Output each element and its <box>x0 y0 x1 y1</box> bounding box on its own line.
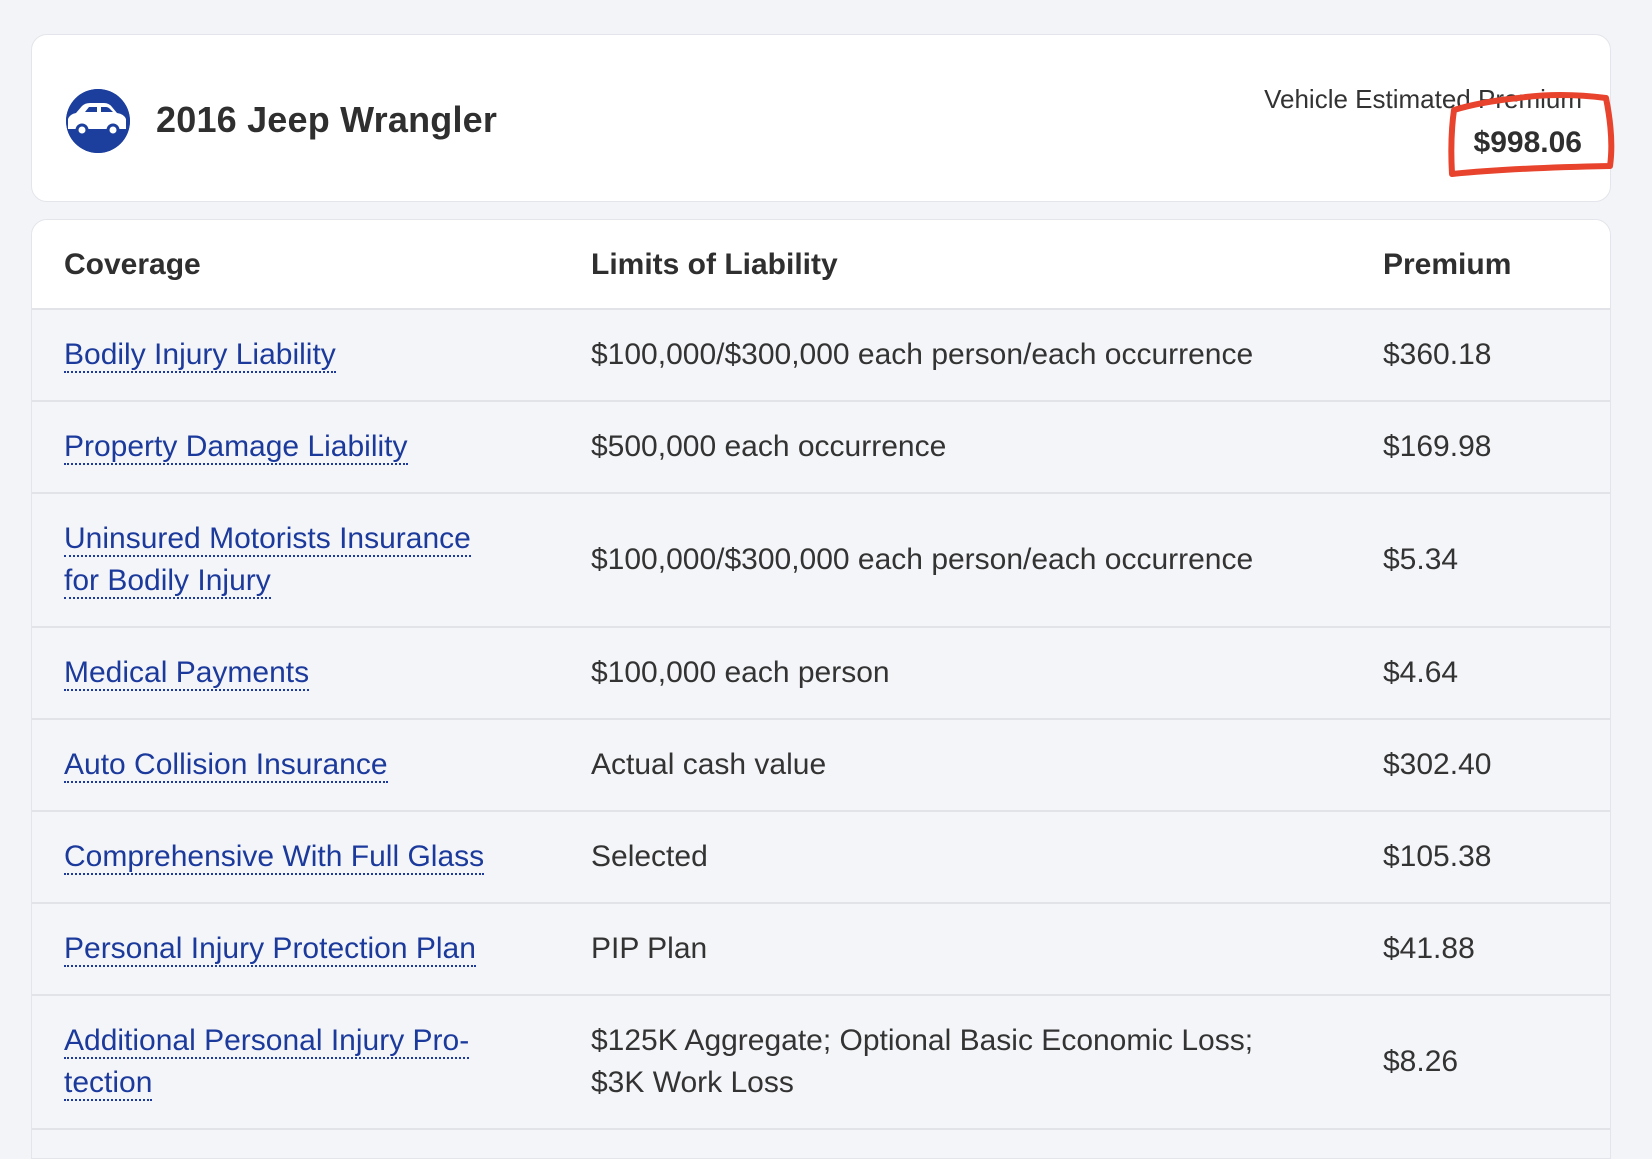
coverage-cell: Medical Payments <box>64 652 504 694</box>
coverage-link-property-damage-liability[interactable]: Property Damage Liability <box>64 430 408 465</box>
coverage-link-medical-payments[interactable]: Medical Payments <box>64 656 310 691</box>
header-limits: Limits of Liability <box>591 248 838 281</box>
coverage-cell: Auto Collision Insurance <box>64 744 504 786</box>
premium-cell: $169.98 <box>1383 430 1492 463</box>
table-header: Coverage Limits of Liability Premium <box>32 220 1610 310</box>
premium-cell: $360.18 <box>1383 338 1492 371</box>
limits-cell: $100,000/$300,000 each person/each occur… <box>591 338 1254 371</box>
coverage-link-uninsured-motorists[interactable]: Uninsured Motorists Insurance for Bodily… <box>64 522 471 599</box>
coverage-cell: Uninsured Motorists Insurance for Bodily… <box>64 518 504 602</box>
premium-cell: $8.26 <box>1383 1045 1459 1078</box>
premium-cell: $105.38 <box>1383 840 1492 873</box>
table-row: Bodily Injury Liability $100,000/$300,00… <box>32 310 1610 402</box>
premium-cell: $41.88 <box>1383 932 1475 965</box>
table-row: Personal Injury Protection Plan PIP Plan… <box>32 904 1610 996</box>
coverage-cell: Comprehensive With Full Glass <box>64 836 504 878</box>
coverage-table: Coverage Limits of Liability Premium Bod… <box>31 219 1611 1159</box>
table-row: Medical Payments $100,000 each person $4… <box>32 628 1610 720</box>
coverage-cell: Personal Injury Protection Plan <box>64 928 504 970</box>
premium-cell: $302.40 <box>1383 748 1492 781</box>
premium-label: Vehicle Estimated Premium <box>1264 84 1582 114</box>
header-premium: Premium <box>1383 248 1512 281</box>
premium-value: $998.06 <box>1473 126 1582 159</box>
limits-cell: PIP Plan <box>591 932 708 965</box>
table-row: Uninsured Motorists Insurance for Bodily… <box>32 494 1610 628</box>
vehicle-card: 2016 Jeep Wrangler Vehicle Estimated Pre… <box>31 34 1611 202</box>
premium-cell: $4.64 <box>1383 656 1459 689</box>
vehicle-name: 2016 Jeep Wrangler <box>156 99 498 140</box>
limits-cell: $100,000 each person <box>591 656 890 689</box>
limits-cell: $500,000 each occurrence <box>591 430 947 463</box>
coverage-cell: Additional Personal Injury Pro-tection <box>64 1020 504 1104</box>
premium-cell: $5.34 <box>1383 543 1459 576</box>
vehicle-premium: Vehicle Estimated Premium $998.06 <box>1264 83 1582 161</box>
coverage-link-personal-injury-protection[interactable]: Personal Injury Protection Plan <box>64 932 476 967</box>
table-row: Property Damage Liability $500,000 each … <box>32 402 1610 494</box>
limits-cell: $100,000/$300,000 each person/each occur… <box>591 543 1254 576</box>
coverage-link-bodily-injury-liability[interactable]: Bodily Injury Liability <box>64 338 336 373</box>
table-row: Comprehensive With Full Glass Selected $… <box>32 812 1610 904</box>
coverage-cell: Property Damage Liability <box>64 426 504 468</box>
coverage-link-additional-pip[interactable]: Additional Personal Injury Pro-tection <box>64 1024 470 1101</box>
coverage-link-comprehensive-full-glass[interactable]: Comprehensive With Full Glass <box>64 840 485 875</box>
limits-cell: Selected <box>591 840 708 873</box>
table-row: Additional Personal Injury Pro-tection $… <box>32 996 1610 1130</box>
limits-cell: $125K Aggregate; Optional Basic Economic… <box>591 1024 1254 1099</box>
table-row: Auto Collision Insurance Actual cash val… <box>32 720 1610 812</box>
limits-cell: Actual cash value <box>591 748 827 781</box>
header-coverage: Coverage <box>64 248 201 281</box>
car-icon <box>66 89 130 153</box>
coverage-link-auto-collision[interactable]: Auto Collision Insurance <box>64 748 388 783</box>
coverage-cell: Bodily Injury Liability <box>64 334 504 376</box>
